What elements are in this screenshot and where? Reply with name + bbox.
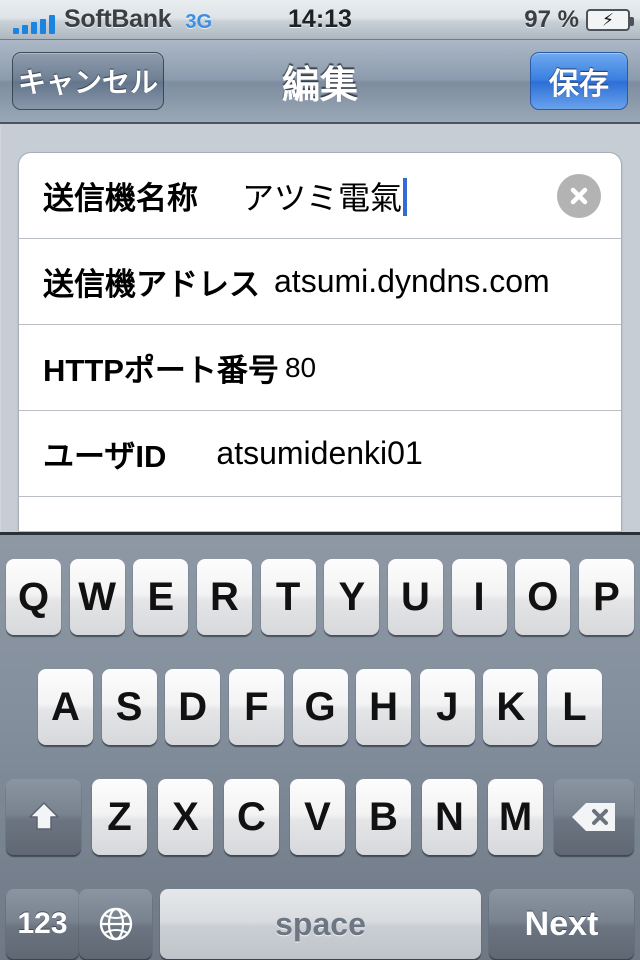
form-content: 送信機名称 アツミ電氣 送信機アドレス atsumi.dyndns.com HT… (0, 126, 640, 532)
keyboard-row-3: Z X C V B N M (0, 779, 640, 855)
row-value-input[interactable]: 80 (285, 352, 316, 384)
space-key[interactable]: space (160, 889, 481, 959)
keyboard-row-4: 123 space Next (0, 889, 640, 959)
key-f[interactable]: F (228, 669, 284, 745)
key-x[interactable]: X (158, 779, 213, 855)
key-h[interactable]: H (356, 669, 412, 745)
navigation-bar: キャンセル 編集 保存 (0, 40, 640, 124)
key-r[interactable]: R (196, 559, 252, 635)
key-m[interactable]: M (488, 779, 543, 855)
row-value-input[interactable]: atsumidenki01 (216, 435, 422, 472)
key-u[interactable]: U (387, 559, 443, 635)
numbers-key[interactable]: 123 (6, 889, 79, 959)
globe-icon[interactable] (79, 889, 152, 959)
key-d[interactable]: D (165, 669, 221, 745)
battery-percent: 97 % (524, 5, 579, 33)
status-bar: SoftBank 3G 14:13 97 % ⚡ (0, 0, 640, 40)
charging-bolt-icon: ⚡ (602, 10, 614, 29)
battery-charging-icon: ⚡ (586, 8, 634, 31)
text-caret (403, 177, 408, 216)
key-e[interactable]: E (133, 559, 189, 635)
row-label: HTTPポート番号 (43, 353, 279, 388)
key-b[interactable]: B (356, 779, 411, 855)
table-row[interactable]: 送信機名称 アツミ電氣 (19, 153, 621, 239)
keyboard-row-1: Q W E R T Y U I O P (0, 559, 640, 635)
key-g[interactable]: G (292, 669, 348, 745)
key-y[interactable]: Y (324, 559, 380, 635)
clear-circle-icon[interactable] (557, 173, 601, 218)
key-a[interactable]: A (38, 669, 93, 745)
key-s[interactable]: S (101, 669, 157, 745)
on-screen-keyboard: Q W E R T Y U I O P A S D F G H J K L Z … (0, 532, 640, 960)
row-value-input[interactable]: アツミ電氣 (242, 173, 408, 219)
table-row-partial[interactable] (19, 497, 621, 531)
status-bar-right: 97 % ⚡ (524, 5, 634, 34)
key-l[interactable]: L (547, 669, 602, 745)
key-q[interactable]: Q (6, 559, 61, 635)
row-label: 送信機アドレス (43, 267, 260, 302)
key-v[interactable]: V (290, 779, 345, 855)
row-label: 送信機名称 (43, 181, 198, 216)
key-t[interactable]: T (260, 559, 316, 635)
table-row[interactable]: HTTPポート番号 80 (19, 325, 621, 411)
key-i[interactable]: I (451, 559, 507, 635)
shift-arrow-icon[interactable] (6, 779, 81, 855)
key-w[interactable]: W (69, 559, 125, 635)
key-p[interactable]: P (578, 559, 634, 635)
backspace-icon[interactable] (554, 779, 634, 855)
key-c[interactable]: C (224, 779, 279, 855)
settings-table-group: 送信機名称 アツミ電氣 送信機アドレス atsumi.dyndns.com HT… (18, 152, 622, 531)
key-j[interactable]: J (419, 669, 475, 745)
return-key[interactable]: Next (489, 889, 634, 959)
iphone-screen: SoftBank 3G 14:13 97 % ⚡ キャンセル 編集 保存 送信機… (0, 0, 640, 960)
key-k[interactable]: K (483, 669, 539, 745)
save-button[interactable]: 保存 (530, 52, 628, 110)
keyboard-row-2: A S D F G H J K L (0, 669, 640, 745)
table-row[interactable]: ユーザID atsumidenki01 (19, 411, 621, 497)
key-o[interactable]: O (515, 559, 571, 635)
row-label: ユーザID (43, 439, 167, 474)
key-z[interactable]: Z (92, 779, 147, 855)
key-n[interactable]: N (422, 779, 477, 855)
table-row[interactable]: 送信機アドレス atsumi.dyndns.com (19, 239, 621, 325)
row-value-input[interactable]: atsumi.dyndns.com (274, 263, 550, 300)
